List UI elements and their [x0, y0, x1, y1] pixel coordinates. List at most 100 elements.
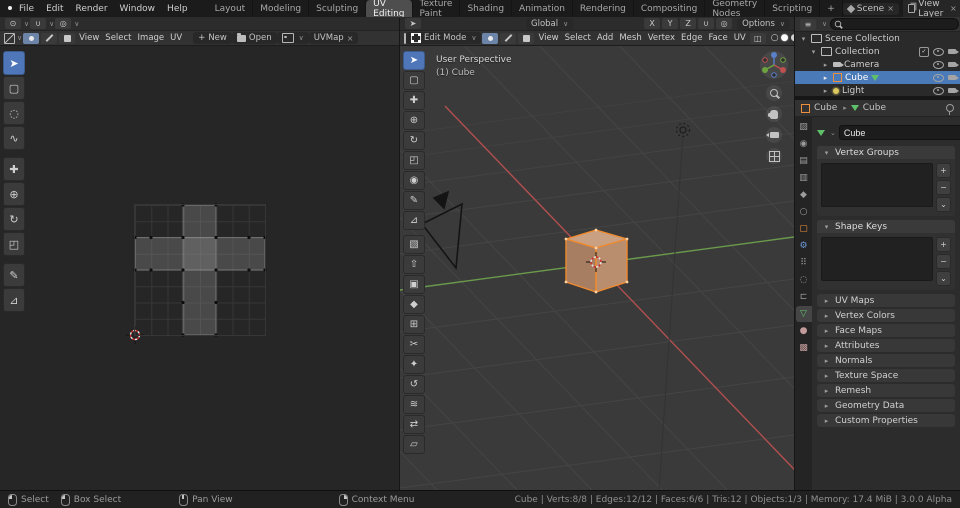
view-layer-remove-icon[interactable]: × [950, 4, 957, 13]
render-disable-icon[interactable] [948, 49, 956, 54]
render-disable-icon[interactable] [948, 62, 956, 67]
specials-menu-button[interactable]: ⌄ [936, 197, 951, 212]
tool-transform[interactable]: ◉ [403, 171, 425, 190]
uv-menu-image[interactable]: Image [135, 33, 168, 43]
pan-button[interactable] [766, 106, 782, 122]
tab-compositing[interactable]: Compositing [634, 0, 705, 17]
menu-file[interactable]: File [13, 4, 40, 14]
tool-shear[interactable]: ▱ [403, 435, 425, 454]
tool-smooth[interactable]: ≋ [403, 395, 425, 414]
shape-keys-list[interactable] [821, 237, 933, 281]
mode-selector[interactable]: Edit Mode ∨ [406, 32, 481, 44]
v3d-menu-view[interactable]: View [535, 33, 561, 43]
ortho-toggle-button[interactable] [766, 148, 782, 164]
tool-measure[interactable]: ⊿ [3, 288, 25, 312]
tool-tweak[interactable]: ➤ [403, 51, 425, 70]
tab-material[interactable]: ● [796, 323, 812, 339]
panel-custom-properties[interactable]: ▸Custom Properties [817, 414, 955, 427]
uv-menu-uv[interactable]: UV [167, 33, 185, 43]
v3d-menu-mesh[interactable]: Mesh [616, 33, 644, 43]
tool-scale[interactable]: ◰ [3, 232, 25, 256]
mirror-x-toggle[interactable]: X [644, 18, 660, 29]
outliner-row-collection[interactable]: ▾ Collection ✓ [795, 45, 960, 58]
menu-edit[interactable]: Edit [40, 4, 69, 14]
tab-object[interactable]: ▢ [796, 221, 812, 237]
v3d-menu-uv[interactable]: UV [731, 33, 749, 43]
remove-button[interactable]: − [936, 254, 951, 269]
navigation-gizmo[interactable] [759, 50, 789, 80]
tool-cursor[interactable]: ✚ [403, 91, 425, 110]
shading-solid[interactable]: ● [781, 33, 789, 43]
tool-rotate[interactable]: ↻ [3, 207, 25, 231]
scene-unlink-icon[interactable]: × [887, 4, 894, 13]
hide-eye-icon[interactable] [933, 74, 944, 82]
tool-bevel[interactable]: ◆ [403, 295, 425, 314]
tool-select-lasso[interactable]: ∿ [3, 126, 25, 150]
tab-rendering[interactable]: Rendering [573, 0, 634, 17]
tool-rotate[interactable]: ↻ [403, 131, 425, 150]
tool-spin[interactable]: ↺ [403, 375, 425, 394]
shading-material[interactable]: ◐ [790, 33, 794, 43]
snap-magnet-button[interactable]: ∪ [30, 18, 46, 29]
tool-select-box[interactable]: ▢ [3, 76, 25, 100]
tab-sculpting[interactable]: Sculpting [309, 0, 366, 17]
tool-select-box[interactable]: ▢ [403, 71, 425, 90]
expand-icon[interactable]: ▸ [821, 74, 830, 82]
expand-icon[interactable]: ▸ [821, 87, 830, 95]
specials-menu-button[interactable]: ⌄ [936, 271, 951, 286]
panel-vertex-colors[interactable]: ▸Vertex Colors [817, 309, 955, 322]
menu-render[interactable]: Render [70, 4, 114, 14]
cube-object[interactable] [566, 230, 627, 292]
tab-render[interactable]: ◉ [796, 136, 812, 152]
proportional-toggle[interactable]: ◎ [716, 18, 732, 29]
tool-move[interactable]: ⊕ [3, 182, 25, 206]
tab-layout[interactable]: Layout [208, 0, 254, 17]
render-disable-icon[interactable] [948, 88, 956, 93]
tab-uv-editing[interactable]: UV Editing [366, 0, 412, 17]
tool-extrude[interactable]: ⇧ [403, 255, 425, 274]
menu-help[interactable]: Help [161, 4, 194, 14]
hide-eye-icon[interactable] [933, 48, 944, 56]
hide-eye-icon[interactable] [933, 87, 944, 95]
display-mode-button[interactable]: ≡ [800, 19, 816, 30]
v3d-menu-vertex[interactable]: Vertex [645, 33, 678, 43]
tool-measure[interactable]: ⊿ [403, 211, 425, 230]
outliner-row-cube[interactable]: ▸ Cube [795, 71, 960, 84]
tool-inset[interactable]: ▣ [403, 275, 425, 294]
tab-world[interactable]: ○ [796, 204, 812, 220]
tab-particles[interactable]: ⠿ [796, 255, 812, 271]
transform-orientation-dropdown[interactable]: Global ∨ [526, 18, 573, 30]
tab-shading[interactable]: Shading [460, 0, 512, 17]
active-tool-icon[interactable]: ➤ [405, 18, 421, 29]
outliner-row-scene-collection[interactable]: ▾ Scene Collection [795, 32, 960, 45]
mirror-y-toggle[interactable]: Y [662, 18, 678, 29]
tab-physics[interactable]: ◌ [796, 272, 812, 288]
scene-selector[interactable]: Scene × [843, 3, 899, 15]
image-browse-button[interactable]: ∨ [277, 32, 309, 44]
pin-icon[interactable] [946, 104, 954, 112]
tab-modifiers[interactable]: ⚙ [796, 238, 812, 254]
add-button[interactable]: + [936, 163, 951, 178]
tab-scene[interactable]: ◆ [796, 187, 812, 203]
tab-object-data[interactable]: ▽ [796, 306, 812, 322]
tool-knife[interactable]: ✂ [403, 335, 425, 354]
panel-remesh[interactable]: ▸Remesh [817, 384, 955, 397]
expand-icon[interactable]: ▾ [799, 35, 808, 43]
expand-icon[interactable]: ▸ [821, 61, 830, 69]
uv-select-mode-face[interactable] [59, 33, 75, 44]
xray-toggle[interactable]: ◫ [750, 33, 766, 44]
exclude-checkbox[interactable]: ✓ [919, 47, 929, 57]
v3d-menu-face[interactable]: Face [705, 33, 730, 43]
select-mode-vertex[interactable] [482, 33, 498, 44]
vertex-groups-list[interactable] [821, 163, 933, 207]
menu-window[interactable]: Window [114, 4, 162, 14]
render-disable-icon[interactable] [948, 75, 956, 80]
outliner-row-light[interactable]: ▸ Light [795, 84, 960, 97]
panel-normals[interactable]: ▸Normals [817, 354, 955, 367]
vertex-groups-header[interactable]: ▾ Vertex Groups [817, 146, 955, 159]
add-button[interactable]: + [936, 237, 951, 252]
camera-view-button[interactable] [766, 127, 782, 143]
tool-add-cube[interactable]: ▧ [403, 235, 425, 254]
outliner-search[interactable] [830, 18, 959, 30]
tool-poly-build[interactable]: ✦ [403, 355, 425, 374]
